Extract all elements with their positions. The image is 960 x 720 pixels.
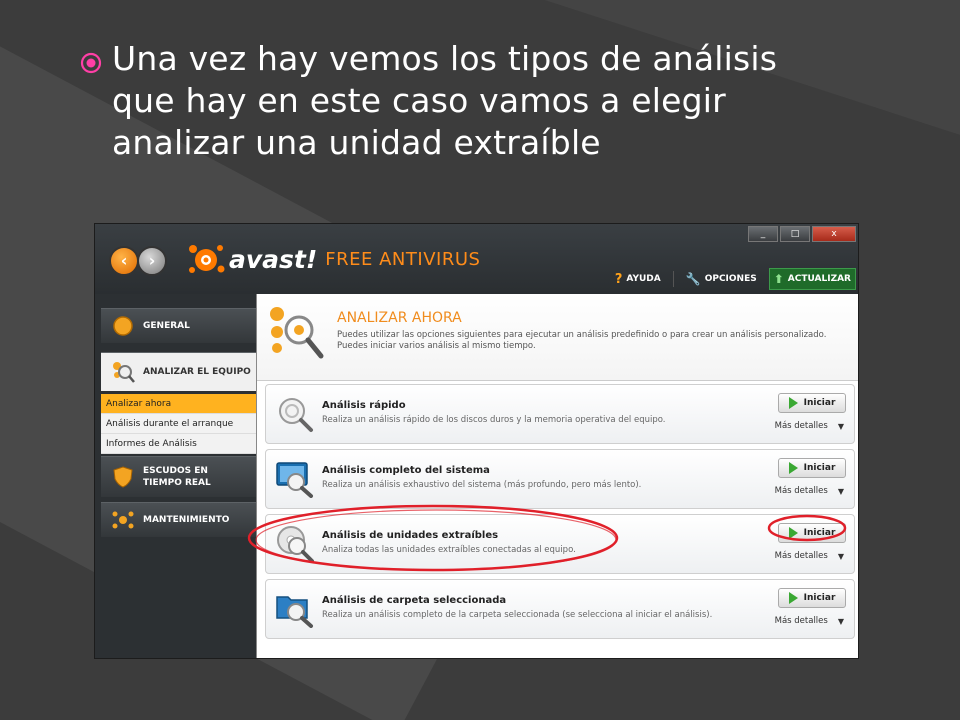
scan-card-folder: Análisis de carpeta seleccionada Realiza…	[265, 579, 855, 639]
details-label: Más detalles	[774, 551, 828, 561]
sidebar-item-general[interactable]: GENERAL	[101, 308, 256, 343]
scan-icon	[113, 362, 135, 383]
scan-title: Análisis de unidades extraíbles	[322, 530, 499, 541]
quick-scan-icon	[279, 398, 313, 432]
window-controls: _ □ x	[748, 226, 856, 242]
page-title: ANALIZAR AHORA	[337, 310, 462, 326]
more-details-dropdown[interactable]: Más detalles ▼	[775, 551, 844, 561]
general-icon	[113, 316, 133, 336]
scan-card-quick: Análisis rápido Realiza un análisis rápi…	[265, 384, 855, 444]
main-panel: ANALIZAR AHORA Puedes utilizar las opcio…	[256, 294, 858, 658]
play-icon	[788, 527, 798, 539]
maximize-button[interactable]: □	[780, 226, 810, 242]
avast-splash-icon	[189, 245, 225, 273]
options-button[interactable]: 🔧 OPCIONES	[682, 269, 761, 289]
shield-icon	[113, 466, 133, 488]
play-icon	[788, 592, 798, 604]
top-toolbar: ? AYUDA 🔧 OPCIONES ⬆ ACTUALIZAR	[611, 268, 856, 290]
removable-scan-icon	[277, 526, 314, 563]
logo-brand: avast!	[229, 244, 318, 274]
start-label: Iniciar	[803, 398, 836, 408]
sidebar-subitem-scan-now[interactable]: Analizar ahora	[101, 394, 256, 414]
play-icon	[788, 462, 798, 474]
more-details-dropdown[interactable]: Más detalles ▼	[775, 421, 844, 431]
details-label: Más detalles	[774, 421, 828, 431]
folder-scan-icon	[276, 596, 313, 628]
arrow-left-icon: ‹	[120, 251, 128, 270]
details-label: Más detalles	[774, 486, 828, 496]
scan-description: Analiza todas las unidades extraíbles co…	[322, 545, 576, 555]
scan-description: Realiza un análisis completo de la carpe…	[322, 610, 713, 620]
sidebar-item-label: MANTENIMIENTO	[143, 515, 230, 525]
sidebar-item-label: GENERAL	[143, 321, 190, 331]
sidebar-subitem-scan-logs[interactable]: Informes de Análisis	[101, 434, 256, 454]
scan-title: Análisis de carpeta seleccionada	[322, 595, 507, 606]
update-label: ACTUALIZAR	[787, 274, 851, 284]
scan-description: Realiza un análisis exhaustivo del siste…	[322, 480, 642, 490]
start-removable-scan-button[interactable]: Iniciar	[778, 523, 846, 543]
sidebar-item-maintenance[interactable]: MANTENIMIENTO	[101, 502, 256, 537]
sidebar-item-label: ANALIZAR EL EQUIPO	[143, 367, 251, 377]
start-full-scan-button[interactable]: Iniciar	[778, 458, 846, 478]
play-icon	[788, 397, 798, 409]
sidebar: GENERAL ANALIZAR EL EQUIPO Analizar ahor…	[95, 294, 256, 658]
scan-card-full: Análisis completo del sistema Realiza un…	[265, 449, 855, 509]
logo-product: FREE ANTIVIRUS	[325, 248, 481, 270]
slide-text-line-1: Una vez hay vemos los tipos de análisis	[112, 39, 778, 78]
scan-now-header-icon	[270, 307, 324, 359]
start-label: Iniciar	[803, 463, 836, 473]
help-button[interactable]: ? AYUDA	[611, 269, 665, 289]
slide-bullet: Una vez hay vemos los tipos de análisis …	[80, 38, 880, 164]
more-details-dropdown[interactable]: Más detalles ▼	[775, 616, 844, 626]
caret-down-icon: ▼	[837, 551, 844, 561]
start-folder-scan-button[interactable]: Iniciar	[778, 588, 846, 608]
help-label: AYUDA	[626, 274, 661, 284]
back-button[interactable]: ‹	[109, 246, 139, 276]
slide-text-line-3: analizar una unidad extraíble	[112, 123, 601, 162]
start-label: Iniciar	[803, 528, 836, 538]
start-label: Iniciar	[803, 593, 836, 603]
target-bullet-icon	[80, 52, 102, 74]
avast-window: _ □ x ‹ › avast! FREE ANTIVIRUS ? AYUDA	[95, 224, 858, 658]
slide-text-line-2: que hay en este caso vamos a elegir	[112, 81, 726, 120]
slide-text: Una vez hay vemos los tipos de análisis …	[112, 38, 777, 164]
scan-title: Análisis completo del sistema	[322, 465, 490, 476]
title-bar: _ □ x ‹ › avast! FREE ANTIVIRUS ? AYUDA	[95, 224, 858, 294]
details-label: Más detalles	[774, 616, 828, 626]
forward-button[interactable]: ›	[137, 246, 167, 276]
sidebar-item-label: ESCUDOS EN TIEMPO REAL	[143, 466, 211, 488]
full-scan-icon	[276, 462, 313, 498]
scan-card-removable: Análisis de unidades extraíbles Analiza …	[265, 514, 855, 574]
minimize-button[interactable]: _	[748, 226, 778, 242]
maintenance-icon	[112, 511, 134, 529]
sidebar-subitem-boot-scan[interactable]: Análisis durante el arranque	[101, 414, 256, 434]
toolbar-divider	[672, 271, 674, 287]
more-details-dropdown[interactable]: Más detalles ▼	[775, 486, 844, 496]
scan-description: Realiza un análisis rápido de los discos…	[322, 415, 666, 425]
arrow-right-icon: ›	[148, 251, 156, 270]
update-button[interactable]: ⬆ ACTUALIZAR	[768, 268, 856, 290]
sidebar-item-shields[interactable]: ESCUDOS EN TIEMPO REAL	[101, 456, 256, 497]
start-quick-scan-button[interactable]: Iniciar	[778, 393, 846, 413]
scan-title: Análisis rápido	[322, 400, 406, 411]
sidebar-item-scan[interactable]: ANALIZAR EL EQUIPO	[101, 352, 256, 391]
avast-logo: avast! FREE ANTIVIRUS	[187, 242, 480, 276]
question-icon: ?	[614, 271, 623, 287]
page-description: Puedes utilizar las opciones siguientes …	[337, 330, 827, 351]
main-header: ANALIZAR AHORA Puedes utilizar las opcio…	[257, 294, 858, 381]
caret-down-icon: ▼	[837, 421, 844, 431]
wrench-icon: 🔧	[685, 272, 701, 286]
arrow-up-icon: ⬆	[773, 272, 784, 286]
close-button[interactable]: x	[812, 226, 856, 242]
caret-down-icon: ▼	[837, 486, 844, 496]
caret-down-icon: ▼	[837, 616, 844, 626]
options-label: OPCIONES	[704, 274, 757, 284]
